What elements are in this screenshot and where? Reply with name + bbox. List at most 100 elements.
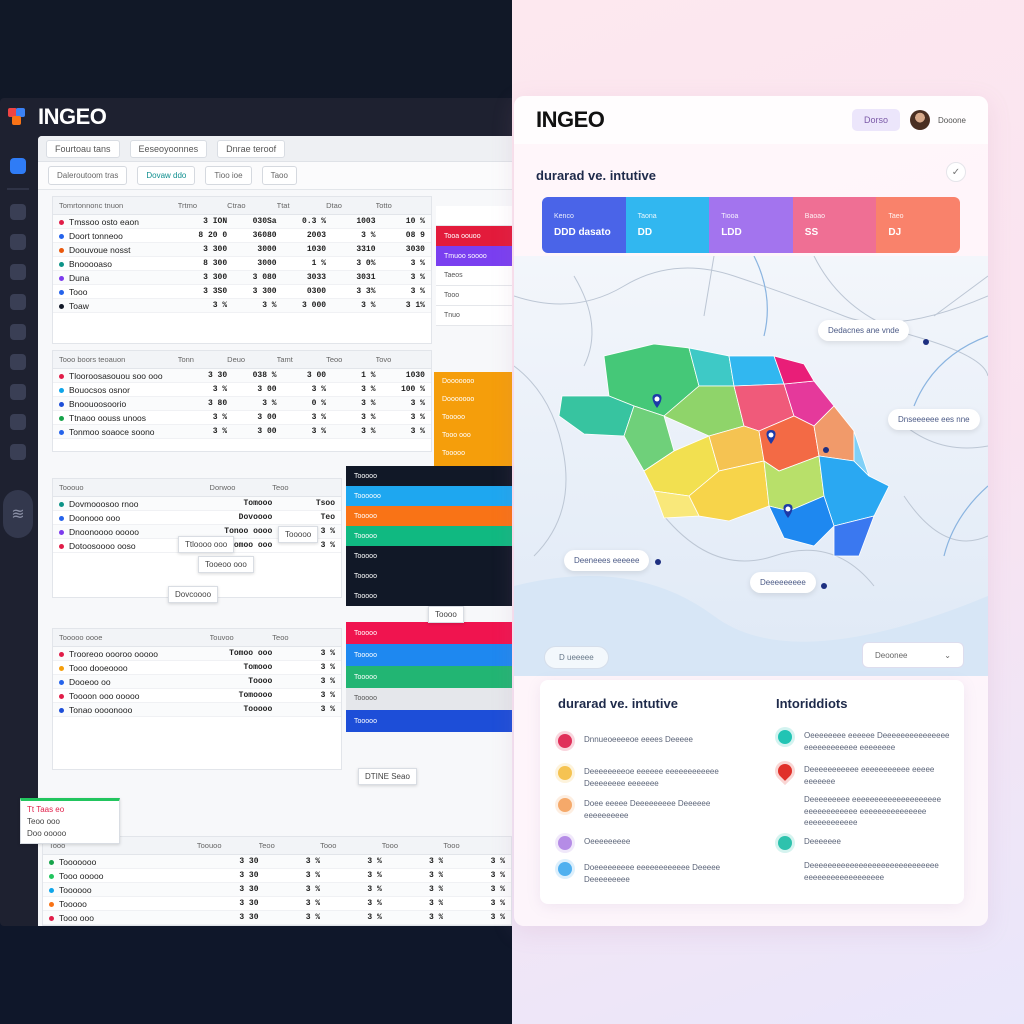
table-cell[interactable]: 3 3S0 xyxy=(178,287,227,296)
floating-cell[interactable]: Tooooo xyxy=(278,526,319,543)
color-swatch[interactable]: Tooooo xyxy=(346,666,512,688)
table-cell[interactable]: Tsoo xyxy=(272,499,335,508)
column-header[interactable]: Tooo xyxy=(443,841,505,850)
column-header[interactable]: Tooo xyxy=(382,841,444,850)
table-row[interactable]: Doort tonneoo 8 20 0 36080 2003 3 % 08 9 xyxy=(53,229,431,243)
table-cell[interactable]: 3 % xyxy=(277,427,326,436)
table-cell[interactable]: 3 % xyxy=(178,301,227,310)
table-cell[interactable]: 038 % xyxy=(227,371,277,380)
table-cell[interactable]: 3 % xyxy=(272,691,335,700)
table-row[interactable]: Tooooo 3 30 3 % 3 % 3 % 3 % xyxy=(43,897,511,911)
filter-field[interactable]: Daleroutoom tras xyxy=(48,166,128,185)
column-header[interactable]: Tooo xyxy=(320,841,382,850)
table-cell[interactable]: Bnooooaso xyxy=(59,259,178,269)
table-cell[interactable]: 3 300 xyxy=(178,273,227,282)
table-cell[interactable]: 3 % xyxy=(326,301,375,310)
table-cell[interactable]: 3 30 xyxy=(178,371,227,380)
color-swatch[interactable]: Tooooo xyxy=(434,444,512,462)
table-cell[interactable]: 3 % xyxy=(326,427,375,436)
table-cell[interactable]: 3 30 xyxy=(197,899,258,908)
table-cell[interactable]: 3 0% xyxy=(326,259,375,268)
table-cell[interactable]: Tomooo xyxy=(210,663,272,672)
table-cell[interactable]: Doouvoue nosst xyxy=(59,245,178,255)
table-row[interactable]: Toooon ooo ooooo Tomoooo 3 % xyxy=(53,689,341,703)
legend-item[interactable]: Deeeeeeeee eeeeeeeeeeeeeeeeeeee eeeeeeee… xyxy=(778,794,954,829)
table-row[interactable]: Tooo ooo 3 30 3 % 3 % 3 % 3 % xyxy=(43,911,511,925)
table-cell[interactable]: 3 00 xyxy=(227,427,276,436)
table-cell[interactable]: Toooooo xyxy=(49,885,197,895)
table-cell[interactable]: 3 % xyxy=(382,871,443,880)
filter-field[interactable]: Tioo ioe xyxy=(205,166,252,185)
map-marker[interactable] xyxy=(923,339,929,345)
table-cell[interactable]: 3 % xyxy=(272,663,335,672)
color-swatch[interactable]: Tooooo xyxy=(346,526,512,546)
table-cell[interactable]: 3 % xyxy=(382,899,443,908)
table-cell[interactable]: Tmssoo osto eaon xyxy=(59,217,178,227)
table-cell[interactable]: Bouocsos osnor xyxy=(59,385,178,395)
floating-cell[interactable]: Toooo xyxy=(428,606,464,623)
color-swatch[interactable]: Tooa oouoo xyxy=(436,226,512,246)
floating-cell[interactable]: Tooeoo ooo xyxy=(198,556,254,573)
table-cell[interactable]: Tomoo ooo xyxy=(210,649,272,658)
table-cell[interactable]: 3 % xyxy=(259,871,320,880)
settings-icon[interactable] xyxy=(10,324,26,340)
table-cell[interactable]: Toaw xyxy=(59,301,178,311)
color-swatch[interactable]: Tmuoo soooo xyxy=(436,246,512,266)
table-row[interactable]: Dooeoo oo Toooo 3 % xyxy=(53,675,341,689)
table-cell[interactable]: 3 % xyxy=(376,273,425,282)
table-row[interactable]: Tonao oooonooo Tooooo 3 % xyxy=(53,703,341,717)
table-cell[interactable]: 3310 xyxy=(326,245,375,254)
legend-item[interactable]: Oeeeeeeee eeeeee Deeeeeeeeeeeeeee eeeeee… xyxy=(778,730,954,753)
table-cell[interactable]: Tooooo xyxy=(49,899,197,909)
table-cell[interactable]: 3 % xyxy=(259,899,320,908)
table-cell[interactable]: Bnoouoosoorio xyxy=(59,399,178,409)
column-header[interactable]: Deuo xyxy=(227,355,276,364)
stat-card[interactable]: Kenco DDD dasato xyxy=(542,197,626,253)
table-cell[interactable]: Doonooo ooo xyxy=(59,513,210,523)
table-cell[interactable]: 0.3 % xyxy=(277,217,326,226)
table-cell[interactable]: 3 300 xyxy=(227,287,277,296)
legend-item[interactable]: Deeeeeeeeeeeeeeeeeeeeeeeeeeeee eeeeeeeee… xyxy=(778,860,954,883)
table-cell[interactable]: 3 30 xyxy=(197,913,258,922)
column-header[interactable]: Teoo xyxy=(326,355,375,364)
table-cell[interactable]: 08 9 xyxy=(376,231,425,240)
table-cell[interactable]: 1 % xyxy=(277,259,326,268)
table-row[interactable]: Trooreoo oooroo ooooo Tomoo ooo 3 % xyxy=(53,647,341,661)
note-popup[interactable]: Tt Taas eo Teoo ooo Doo ooooo xyxy=(20,798,120,844)
table-cell[interactable]: Tlooroosasouou soo ooo xyxy=(59,371,178,381)
table-cell[interactable]: 3 % xyxy=(227,301,276,310)
table-row[interactable]: Tlooroosasouou soo ooo 3 30 038 % 3 00 1 % 10… xyxy=(53,369,431,383)
table-cell[interactable]: 1 % xyxy=(326,371,375,380)
table-cell[interactable]: 8 20 0 xyxy=(178,231,227,240)
table-cell[interactable]: 3 % xyxy=(259,885,320,894)
zoom-control[interactable]: D ueeeee xyxy=(544,646,609,669)
column-header[interactable]: Tooouo xyxy=(59,483,210,492)
help-icon[interactable] xyxy=(10,444,26,460)
color-swatch[interactable]: Toooooo xyxy=(346,486,512,506)
table-cell[interactable]: 3 % xyxy=(382,857,443,866)
stat-card[interactable]: Tiooa LDD xyxy=(709,197,793,253)
column-header[interactable]: Tamt xyxy=(277,355,326,364)
table-cell[interactable]: Dooeoo oo xyxy=(59,677,210,687)
table-cell[interactable]: 3 % xyxy=(320,913,381,922)
table-cell[interactable]: 3 % xyxy=(272,677,335,686)
filter-field[interactable]: Taoo xyxy=(261,166,297,185)
table-cell[interactable]: 8 300 xyxy=(178,259,227,268)
table-row[interactable]: Dovmooosoo rnoo Tomooo Tsoo xyxy=(53,497,341,511)
table-cell[interactable]: Ttnaoo oouss unoos xyxy=(59,413,178,423)
table-cell[interactable]: 3 % xyxy=(326,385,375,394)
table-row[interactable]: Bouocsos osnor 3 % 3 00 3 % 3 % 100 % xyxy=(53,383,431,397)
table-row[interactable]: Doonooo ooo Dovoooo Teo xyxy=(53,511,341,525)
color-swatch[interactable]: Tooooo xyxy=(346,710,512,732)
table-cell[interactable]: 3 % xyxy=(382,913,443,922)
table-cell[interactable]: 3 % xyxy=(227,399,276,408)
legend-item[interactable]: Doee eeeee Deeeeeeeee Deeeeee eeeeeeeeee xyxy=(558,798,748,821)
map-marker[interactable] xyxy=(823,447,829,453)
table-row[interactable]: Tmssoo osto eaon 3 ION 030Sa 0.3 % 1003 10 % xyxy=(53,215,431,229)
stat-card[interactable]: Taona DD xyxy=(625,197,710,253)
color-swatch[interactable]: Tooooo xyxy=(346,586,512,606)
column-header[interactable]: Teoo xyxy=(259,841,321,850)
table-cell[interactable]: 3033 xyxy=(277,273,326,282)
map-marker[interactable] xyxy=(655,559,661,565)
choropleth-map[interactable] xyxy=(514,256,988,676)
